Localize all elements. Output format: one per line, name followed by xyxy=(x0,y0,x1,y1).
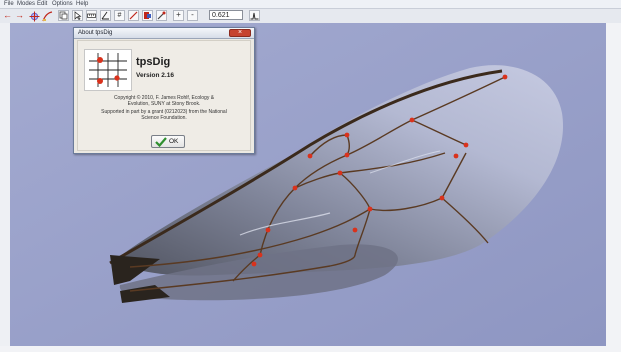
pointer-icon xyxy=(74,11,82,20)
flag-button[interactable] xyxy=(142,10,153,21)
menu-modes[interactable]: Modes xyxy=(17,0,35,8)
right-gutter xyxy=(606,23,621,352)
menu-bar: File Modes Edit Options Help xyxy=(0,0,621,9)
ok-label: OK xyxy=(169,138,179,145)
menu-file[interactable]: File xyxy=(4,0,14,8)
dialog-content: tpsDig Version 2.16 Copyright © 2010, F.… xyxy=(77,40,251,151)
zoom-out-button[interactable]: - xyxy=(187,10,198,21)
flag-icon xyxy=(144,12,151,19)
angle-button[interactable] xyxy=(100,10,111,21)
line-tool-button[interactable] xyxy=(128,10,139,21)
tpsdig-window: File Modes Edit Options Help ← → # + - 0… xyxy=(0,0,621,352)
line-tool-icon xyxy=(129,11,138,20)
menu-options[interactable]: Options xyxy=(52,0,73,8)
signal-icon xyxy=(250,12,259,20)
app-logo xyxy=(84,49,132,91)
histogram-button[interactable] xyxy=(249,10,260,21)
menu-edit[interactable]: Edit xyxy=(37,0,47,8)
ruler-icon xyxy=(87,13,96,18)
dialog-title: About tpsDig xyxy=(78,30,113,36)
about-dialog: About tpsDig × tpsDig Version 2.16 Copyr… xyxy=(73,27,255,154)
menu-help[interactable]: Help xyxy=(76,0,88,8)
copyright-line-2: Evolution, SUNY at Stony Brook. xyxy=(127,101,201,107)
close-icon: × xyxy=(237,29,243,36)
crosshair-icon xyxy=(29,11,40,22)
options-tool-button[interactable] xyxy=(156,10,167,21)
select-pointer-button[interactable] xyxy=(72,10,83,21)
bottom-gutter xyxy=(0,346,621,352)
zoom-in-button[interactable]: + xyxy=(173,10,184,21)
app-name: tpsDig xyxy=(136,56,171,68)
measure-button[interactable] xyxy=(86,10,97,21)
toolbar: ← → # + - 0.621 xyxy=(0,9,621,23)
checkmark-icon xyxy=(155,137,167,147)
prev-image-button[interactable]: ← xyxy=(2,10,13,21)
copy-button[interactable] xyxy=(58,10,69,21)
copy-icon xyxy=(59,11,68,20)
digitize-landmarks-button[interactable] xyxy=(28,10,40,22)
pencil-curve-icon xyxy=(42,11,53,22)
dialog-titlebar[interactable]: About tpsDig × xyxy=(74,28,254,39)
app-version: Version 2.16 xyxy=(136,72,174,79)
hash-icon: # xyxy=(117,12,122,19)
tps-grid-logo-icon xyxy=(89,53,127,87)
left-gutter xyxy=(0,23,10,352)
zoom-input[interactable] xyxy=(209,10,243,20)
arrow-right-icon: → xyxy=(15,10,24,20)
ok-button[interactable]: OK xyxy=(151,135,185,148)
tool-icon xyxy=(157,11,166,20)
draw-curve-button[interactable] xyxy=(41,10,53,22)
support-line-2: Science Foundation. xyxy=(141,115,187,121)
close-button[interactable]: × xyxy=(229,29,251,37)
next-image-button[interactable]: → xyxy=(14,10,25,21)
angle-icon xyxy=(101,11,109,20)
arrow-left-icon: ← xyxy=(3,10,12,20)
grid-button[interactable]: # xyxy=(114,10,125,21)
